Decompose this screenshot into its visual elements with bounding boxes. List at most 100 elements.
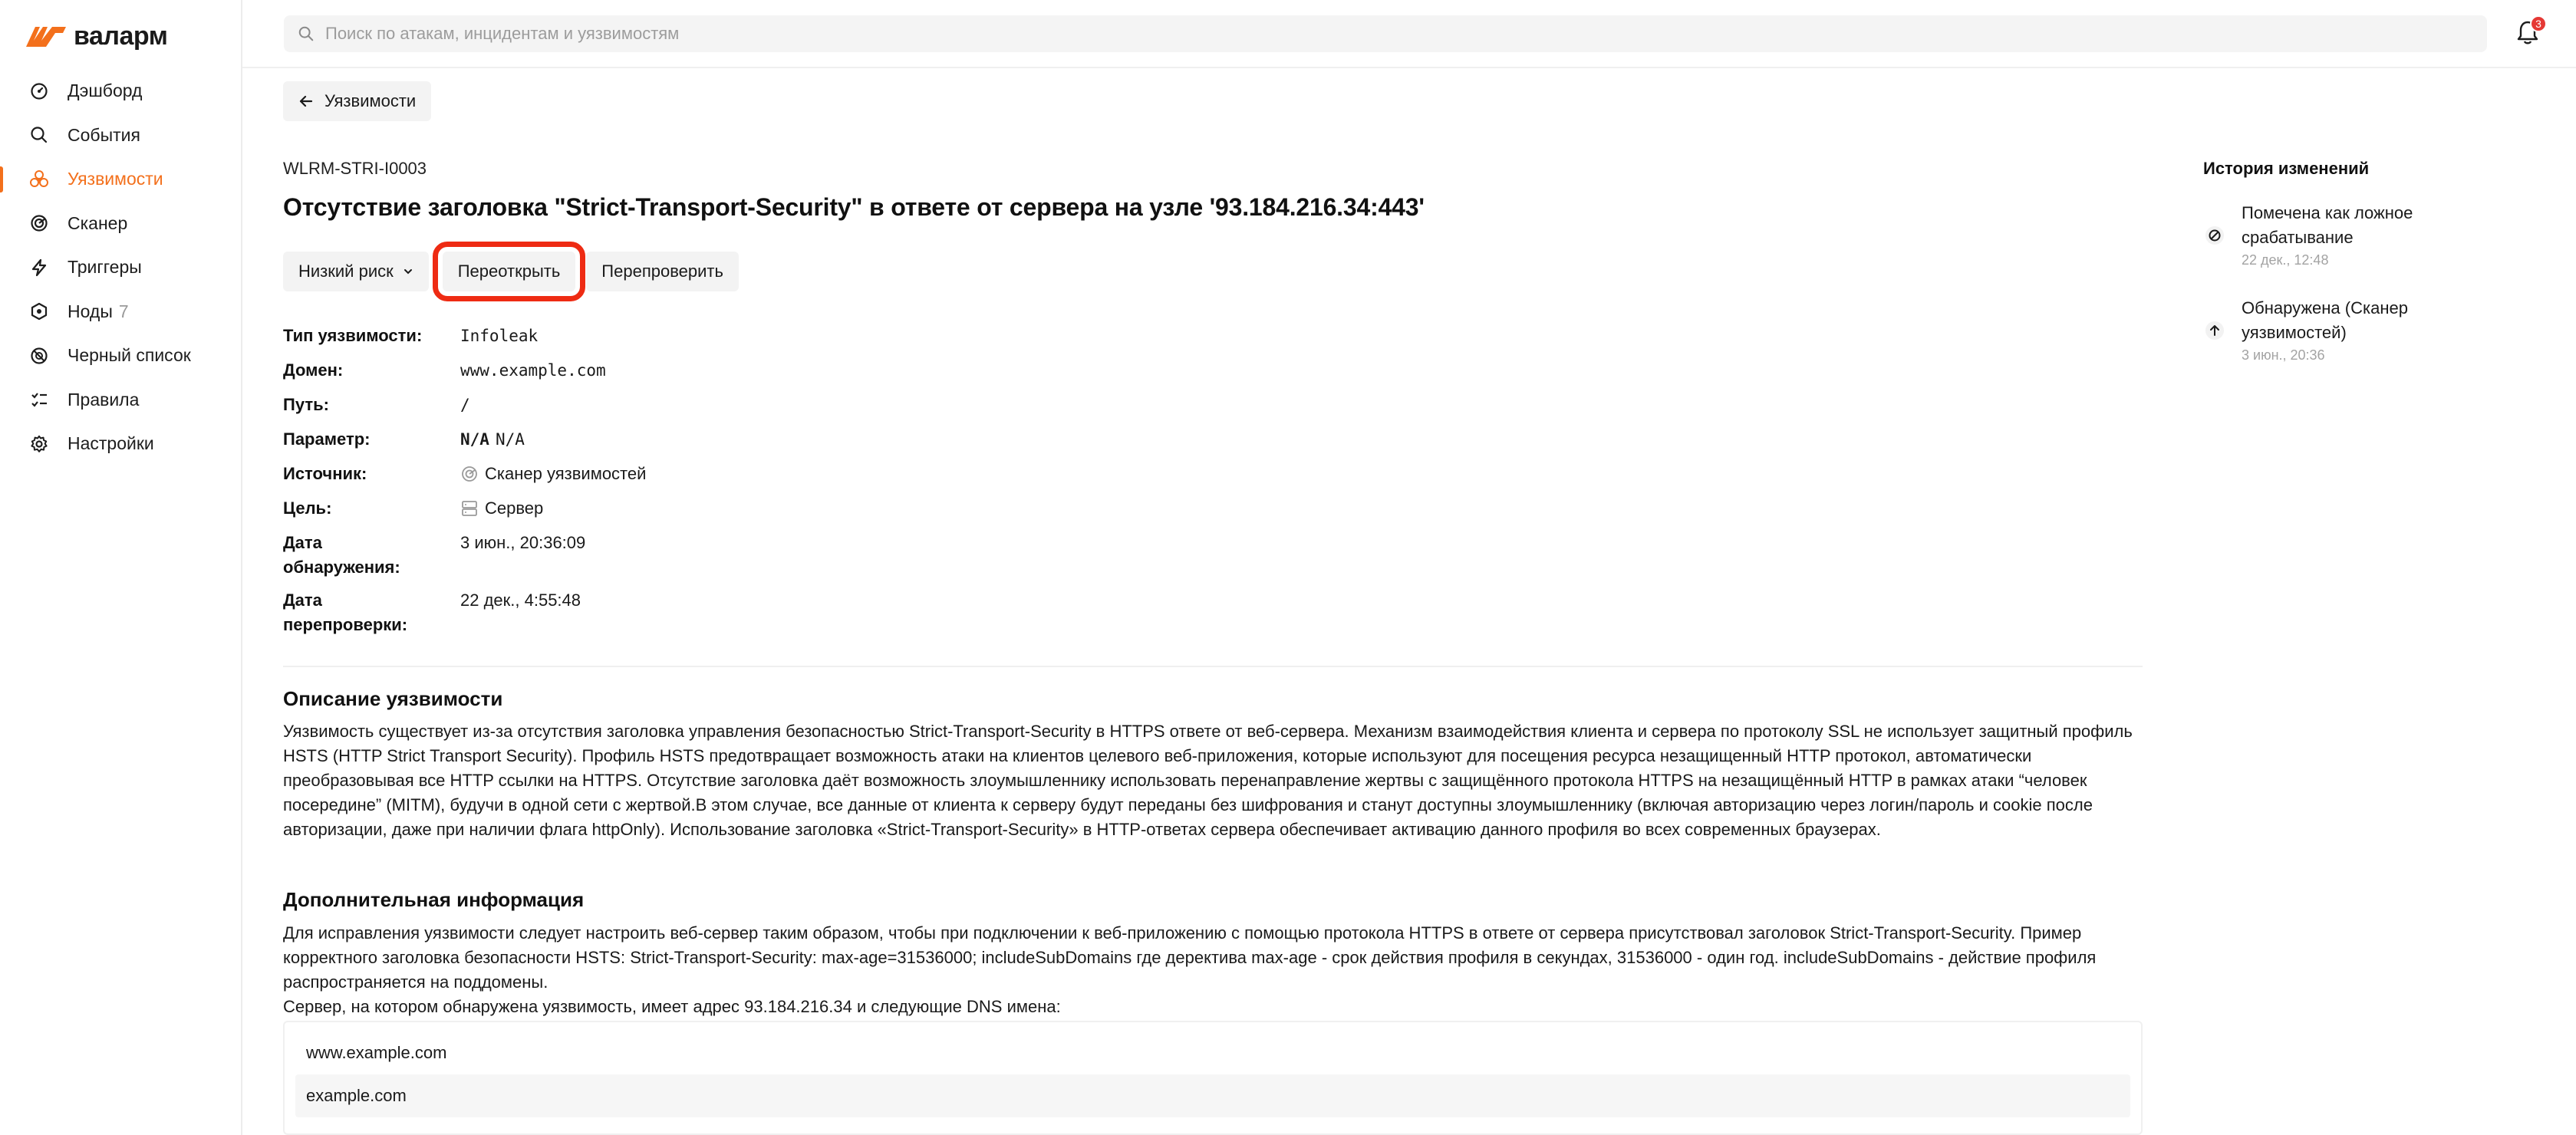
source-value: Сканер уязвимостей (485, 464, 647, 483)
vulnerability-id: WLRM-STRI-I0003 (283, 159, 427, 178)
detail-label: Дата перепроверки: (283, 588, 460, 637)
sidebar-item-label: Настройки (68, 433, 154, 454)
sidebar-item-label: Черный список (68, 345, 191, 366)
detail-value: 3 июн., 20:36:09 (460, 533, 586, 552)
lightning-icon (29, 258, 49, 278)
details-list: Тип уязвимости: Infoleak Домен: www.exam… (283, 324, 646, 647)
history-item-text: Помечена как ложное срабатывание (2242, 203, 2413, 247)
detail-label: Дата обнаружения: (283, 531, 460, 580)
scanner-icon (462, 466, 477, 482)
detail-row-domain: Домен: www.example.com (283, 358, 646, 383)
risk-dropdown[interactable]: Низкий риск (283, 252, 429, 291)
logo[interactable]: валарм (26, 21, 168, 51)
sidebar-item-settings[interactable]: Настройки (0, 422, 242, 466)
back-button-label: Уязвимости (324, 91, 417, 110)
logo-text: валарм (74, 21, 168, 51)
biohazard-icon (29, 169, 49, 189)
recheck-button-label: Перепроверить (601, 262, 723, 281)
sidebar-item-dashboard[interactable]: Дэшборд (0, 69, 242, 114)
sidebar-item-scanner[interactable]: Сканер (0, 202, 242, 246)
action-bar: Низкий риск Переоткрыть Перепроверить (283, 242, 739, 301)
history-item-time: 22 дек., 12:48 (2242, 252, 2329, 268)
description-title: Описание уязвимости (283, 687, 503, 710)
sidebar-item-label: Ноды (68, 301, 113, 321)
history-title: История изменений (2203, 159, 2370, 178)
blacklist-icon (29, 346, 49, 366)
detail-value: Infoleak (460, 327, 539, 345)
server-dns-text: Сервер, на котором обнаружена уязвимость… (283, 997, 1061, 1016)
detail-value: 22 дек., 4:55:48 (460, 591, 581, 610)
detail-row-target: Цель: Сервер (283, 496, 646, 521)
dns-item: www.example.com (306, 1043, 447, 1062)
detail-label-line: перепроверки: (283, 615, 408, 634)
detail-label: Цель: (283, 498, 332, 518)
reopen-button-label: Переоткрыть (457, 262, 561, 281)
description-text: Уязвимость существует из-за отсутствия з… (283, 722, 2133, 839)
search-input[interactable] (325, 24, 2396, 44)
detail-row-path: Путь: / (283, 393, 646, 417)
detail-label-line: Дата (283, 591, 322, 610)
rules-icon (29, 390, 49, 410)
dashboard-icon (29, 81, 49, 101)
sidebar-item-label: Дэшборд (68, 81, 143, 101)
additional-info-text: Для исправления уязвимости следует настр… (283, 923, 2097, 992)
chevron-down-icon (404, 269, 412, 275)
detail-row-parameter: Параметр: N/A N/A (283, 427, 646, 452)
page-title: Отсутствие заголовка "Strict-Transport-S… (283, 193, 1425, 221)
detail-row-source: Источник: Сканер уязвимостей (283, 462, 646, 486)
sidebar-item-label: Уязвимости (68, 169, 163, 189)
detail-label: Источник: (283, 464, 367, 483)
detail-value: Сервер (460, 496, 543, 521)
parameter-name: N/A (460, 430, 489, 449)
detail-label: Домен: (283, 360, 344, 380)
target-value: Сервер (485, 498, 544, 518)
sidebar-item-blacklist[interactable]: Черный список (0, 334, 242, 378)
sidebar-item-nodes[interactable]: Ноды 7 (0, 290, 242, 334)
parameter-value: N/A (495, 430, 525, 449)
sidebar-item-triggers[interactable]: Триггеры (0, 245, 242, 290)
dns-list: www.example.com example.com (283, 1021, 2143, 1135)
search-icon (29, 125, 49, 145)
sidebar-item-label: Триггеры (68, 257, 142, 278)
arrow-up-icon (2205, 321, 2224, 340)
dns-item: example.com (295, 1074, 2130, 1117)
detail-label: Тип уязвимости: (283, 326, 423, 345)
detail-value: www.example.com (460, 361, 606, 380)
server-icon (462, 501, 477, 516)
history-item-time: 3 июн., 20:36 (2242, 347, 2325, 363)
detail-label: Путь: (283, 395, 329, 414)
nodes-icon (29, 301, 49, 321)
back-button[interactable]: Уязвимости (283, 81, 432, 121)
gear-icon (29, 434, 49, 454)
detail-row-type: Тип уязвимости: Infoleak (283, 324, 646, 348)
risk-dropdown-label: Низкий риск (298, 262, 394, 281)
additional-info-title: Дополнительная информация (283, 888, 585, 911)
logo-icon (26, 26, 66, 47)
detail-label: Параметр: (283, 429, 371, 449)
sidebar-item-rules[interactable]: Правила (0, 378, 242, 423)
notification-badge: 3 (2530, 15, 2547, 32)
reopen-button[interactable]: Переоткрыть (432, 242, 586, 301)
detail-label-line: обнаружения: (283, 558, 400, 577)
detail-value: N/A N/A (460, 427, 525, 452)
recheck-button[interactable]: Перепроверить (586, 252, 739, 291)
history-item-content: Помечена как ложное срабатывание 22 дек.… (2242, 201, 2472, 270)
detail-label-line: Дата (283, 533, 322, 552)
search-icon (298, 26, 314, 41)
arrow-left-icon (299, 95, 313, 107)
sidebar-item-label: Сканер (68, 212, 128, 233)
history-item-text: Обнаружена (Сканер уязвимостей) (2242, 298, 2408, 342)
scanner-icon (29, 213, 49, 233)
divider (283, 666, 2143, 667)
detail-value: Сканер уязвимостей (460, 462, 646, 486)
search-bar[interactable] (284, 15, 2487, 52)
top-bar: 3 (242, 0, 2576, 68)
sidebar-nav: Дэшборд События Уязвимости Сканер Тригге… (0, 69, 242, 466)
false-positive-icon (2205, 226, 2224, 245)
sidebar-item-label: События (68, 124, 140, 145)
sidebar-item-vulnerabilities[interactable]: Уязвимости (0, 157, 242, 202)
sidebar-item-events[interactable]: События (0, 114, 242, 158)
history-item-content: Обнаружена (Сканер уязвимостей) 3 июн., … (2242, 296, 2472, 365)
detail-value: / (460, 396, 470, 414)
sidebar: валарм Дэшборд События Уязвимости Сканер (0, 0, 242, 1135)
